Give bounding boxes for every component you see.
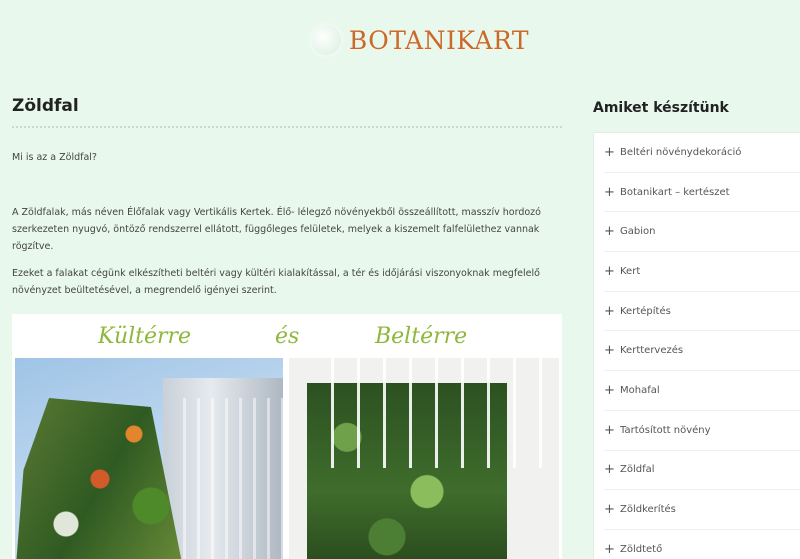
menu-item-label: Zöldfal <box>620 464 655 476</box>
facade-lines <box>183 398 283 559</box>
menu-item-label: Mohafal <box>620 384 660 396</box>
menu-item-label: Kerttervezés <box>620 345 684 357</box>
menu-item-kert[interactable]: + Kert <box>604 252 800 292</box>
plus-icon: + <box>604 343 615 359</box>
leaf-logo-icon <box>310 25 341 55</box>
menu-item-label: Kertépítés <box>620 305 671 317</box>
brand-logo[interactable]: BOTANIKART <box>310 25 530 55</box>
plus-icon: + <box>604 382 615 398</box>
indoor-green-wall-photo <box>289 358 559 559</box>
menu-item-belteri-novenydekoracio[interactable]: + Beltéri növénydekoráció <box>604 133 800 173</box>
menu-item-label: Gabion <box>620 226 656 238</box>
menu-item-gabion[interactable]: + Gabion <box>604 212 800 253</box>
menu-item-label: Zöldtető <box>620 544 663 556</box>
outdoor-plant-wall <box>15 398 185 559</box>
menu-item-mohafal[interactable]: + Mohafal <box>604 371 800 411</box>
menu-item-label: Zöldkerítés <box>620 504 676 516</box>
plus-icon: + <box>604 184 615 200</box>
banner-right-word: Beltérre <box>375 324 468 349</box>
menu-item-label: Beltéri növénydekoráció <box>620 146 742 158</box>
sidebar: Amiket készítünk + Beltéri növénydekoráci… <box>593 96 800 559</box>
menu-item-zoldfal[interactable]: + Zöldfal <box>604 451 800 491</box>
outdoor-green-wall-photo <box>15 358 283 559</box>
description-paragraph-2: Ezeket a falakat cégünk elkészítheti bel… <box>12 268 540 296</box>
site-header: BOTANIKART <box>0 0 800 80</box>
page-title: Zöldfal <box>12 96 562 128</box>
plus-icon: + <box>604 303 615 319</box>
brand-name: BOTANIKART <box>348 25 530 55</box>
category-menu: + Beltéri növénydekoráció + Botanikart – k… <box>593 132 800 559</box>
menu-item-kerttervezes[interactable]: + Kerttervezés <box>604 331 800 372</box>
main-content: Zöldfal Mi is az a Zöldfal? A Zöldfalak,… <box>12 96 562 559</box>
intro-question: Mi is az a Zöldfal? <box>12 152 97 163</box>
plus-icon: + <box>604 502 615 518</box>
outdoor-indoor-banner-image: Kültérre és Beltérre <box>12 314 562 559</box>
menu-item-zoldkerites[interactable]: + Zöldkerítés <box>604 490 800 530</box>
description-paragraph-1: A Zöldfalak, más néven Élőfalak vagy Ver… <box>12 207 541 252</box>
menu-item-tartositott-noveny[interactable]: + Tartósított növény <box>604 411 800 451</box>
menu-item-label: Kert <box>620 265 641 277</box>
plus-icon: + <box>604 224 615 240</box>
menu-item-label: Tartósított növény <box>620 424 711 436</box>
plus-icon: + <box>604 263 615 279</box>
plus-icon: + <box>604 144 615 160</box>
plus-icon: + <box>604 462 615 478</box>
menu-item-label: Botanikart – kertészet <box>620 186 730 198</box>
sidebar-title: Amiket készítünk <box>593 100 729 116</box>
banner-left-word: Kültérre <box>98 324 192 349</box>
plus-icon: + <box>604 542 615 558</box>
menu-item-kertepites[interactable]: + Kertépítés <box>604 292 800 332</box>
menu-item-botanikart-kerteszet[interactable]: + Botanikart – kertészet <box>604 173 800 213</box>
banner-middle-word: és <box>275 324 300 349</box>
menu-item-zoldteto[interactable]: + Zöldtető <box>604 530 800 559</box>
pendant-lamps <box>319 358 549 468</box>
plus-icon: + <box>604 422 615 438</box>
